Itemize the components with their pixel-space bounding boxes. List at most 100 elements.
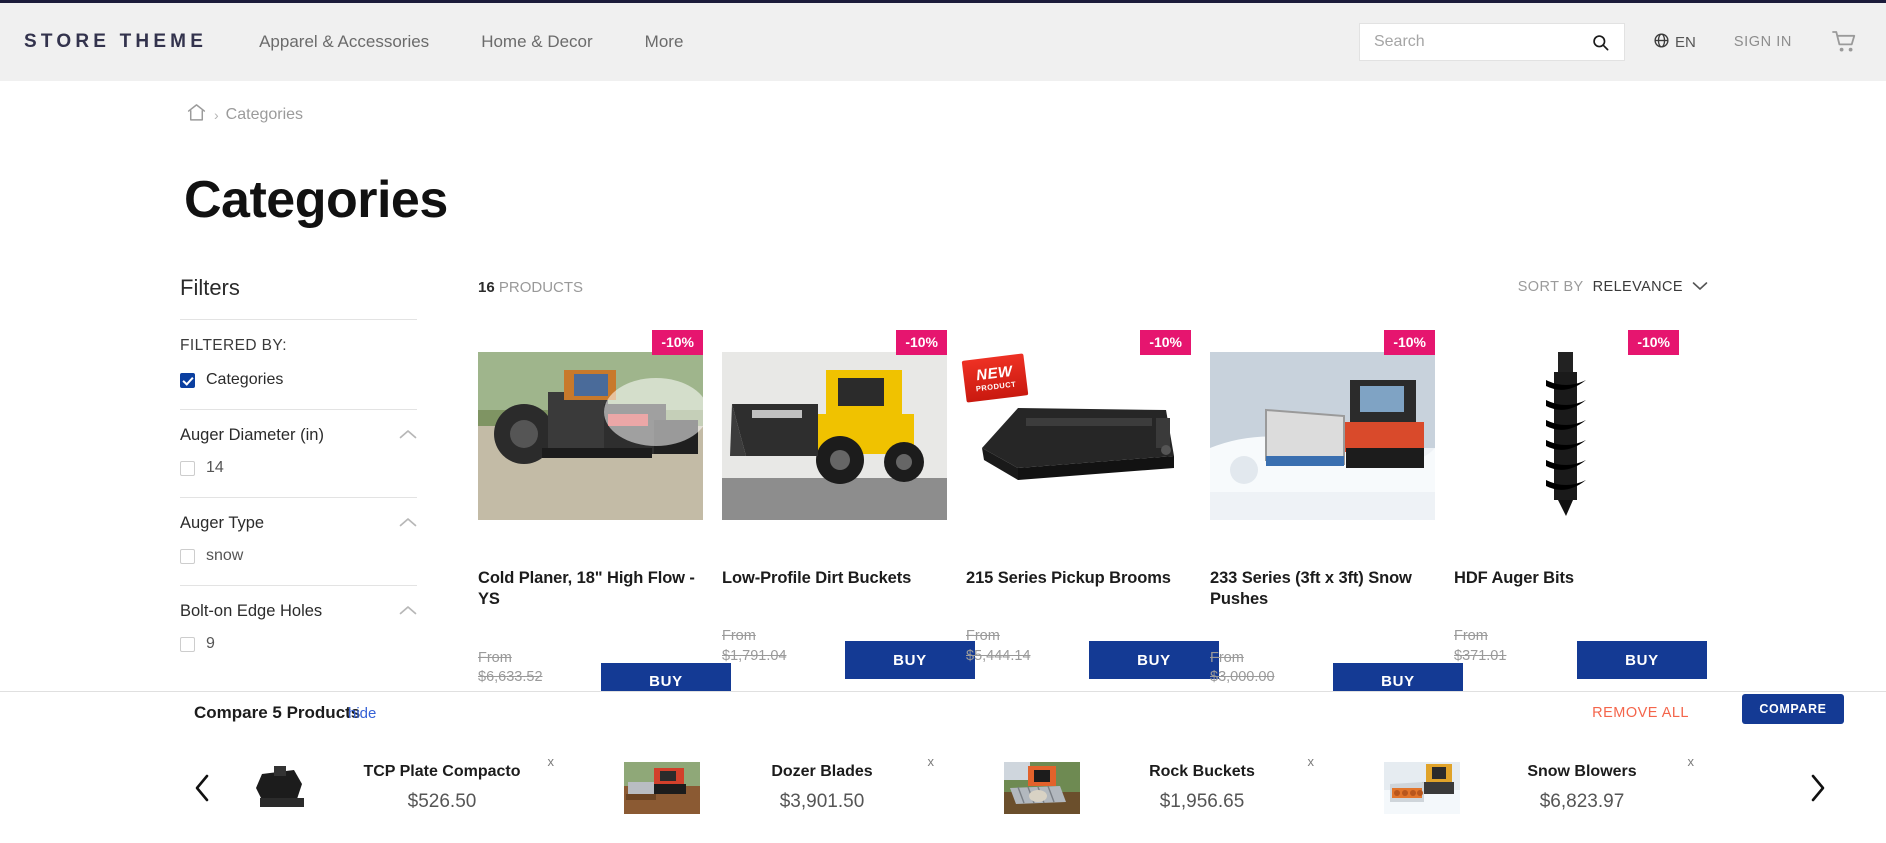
filter-group-header-auger-diameter[interactable]: Auger Diameter (in)	[180, 426, 417, 445]
compare-item-name: Snow Blowers	[1482, 763, 1682, 781]
chevron-down-icon[interactable]	[1692, 278, 1708, 296]
active-filter-label: Categories	[206, 371, 283, 389]
product-price-row: From $3,000.00 BUY	[1210, 649, 1435, 695]
compare-item-remove-icon[interactable]: x	[1308, 754, 1315, 769]
buy-button[interactable]: BUY	[845, 641, 975, 679]
search-box[interactable]	[1359, 23, 1625, 61]
language-switcher[interactable]: EN	[1653, 32, 1696, 53]
product-title[interactable]: HDF Auger Bits	[1454, 568, 1679, 589]
compare-item-image-dozer-blade[interactable]	[624, 762, 700, 814]
compare-title: Compare 5 Products	[194, 703, 360, 723]
compare-item-meta: Rock Buckets $1,956.65	[1102, 763, 1302, 813]
product-card[interactable]: -10% HDF Auger Bits From $371.01	[1454, 330, 1679, 695]
header-actions: EN SIGN IN	[1359, 3, 1886, 81]
sort-by-value: RELEVANCE	[1593, 279, 1683, 295]
compare-item-image-rock-bucket[interactable]	[1004, 762, 1080, 814]
filter-option-label: snow	[206, 547, 243, 565]
chevron-left-icon[interactable]	[178, 772, 226, 804]
discount-badge: -10%	[1140, 330, 1191, 355]
filter-group-label: Bolt-on Edge Holes	[180, 602, 322, 621]
chevron-up-icon[interactable]	[399, 515, 417, 533]
chevron-right-icon[interactable]	[1794, 772, 1842, 804]
compare-items-carousel: TCP Plate Compacto $526.50 x	[0, 738, 1886, 838]
compare-bar: Compare 5 Products hide REMOVE ALL COMPA…	[0, 691, 1886, 843]
filter-option-snow[interactable]: snow	[180, 547, 417, 565]
checkbox-auger-type-snow[interactable]	[180, 549, 195, 564]
product-image-snow-push[interactable]	[1210, 352, 1435, 520]
product-price-row: From $1,791.04 BUY	[722, 627, 947, 673]
product-card[interactable]: -10% Low-Profile Dirt Buckets From $1,79…	[722, 330, 947, 695]
chevron-up-icon[interactable]	[399, 427, 417, 445]
product-image-auger-bit[interactable]	[1454, 352, 1679, 520]
compare-item-remove-icon[interactable]: x	[1688, 754, 1695, 769]
filter-group-header-auger-type[interactable]: Auger Type	[180, 514, 417, 533]
filtered-by-block: FILTERED BY: Categories	[180, 319, 417, 409]
new-product-badge: NEW PRODUCT	[962, 353, 1029, 402]
nav-item-home-decor[interactable]: Home & Decor	[481, 32, 592, 52]
compare-item-meta: Snow Blowers $6,823.97	[1482, 763, 1682, 813]
compare-hide-link[interactable]: hide	[348, 705, 376, 722]
product-count-label: PRODUCTS	[499, 279, 583, 296]
compare-item-price: $3,901.50	[722, 791, 922, 813]
search-icon[interactable]	[1588, 29, 1614, 55]
filter-option-14[interactable]: 14	[180, 459, 417, 477]
filter-option-9[interactable]: 9	[180, 635, 417, 653]
product-title[interactable]: 215 Series Pickup Brooms	[966, 568, 1191, 589]
filtered-by-label: FILTERED BY:	[180, 337, 417, 355]
product-title[interactable]: Low-Profile Dirt Buckets	[722, 568, 947, 589]
compare-item-remove-icon[interactable]: x	[548, 754, 555, 769]
sign-in-link[interactable]: SIGN IN	[1734, 34, 1792, 50]
language-label: EN	[1675, 34, 1696, 51]
filter-group-auger-type: Auger Type snow	[180, 497, 417, 585]
product-card[interactable]: -10% 233 Series (3ft x 3ft) Snow Pushes …	[1210, 330, 1435, 695]
compare-item-price: $1,956.65	[1102, 791, 1302, 813]
compare-item: TCP Plate Compacto $526.50 x	[226, 746, 606, 830]
compare-item-meta: TCP Plate Compacto $526.50	[342, 763, 542, 813]
breadcrumb: › Categories	[186, 102, 303, 128]
buy-button[interactable]: BUY	[1577, 641, 1707, 679]
filter-group-bolt-on-edge-holes: Bolt-on Edge Holes 9	[180, 585, 417, 673]
product-card[interactable]: -10% NEW PRODUCT 215 Series Pickup Broom…	[966, 330, 1191, 695]
filter-group-auger-diameter: Auger Diameter (in) 14	[180, 409, 417, 497]
remove-all-button[interactable]: REMOVE ALL	[1592, 705, 1689, 721]
product-image-dirt-bucket[interactable]	[722, 352, 947, 520]
checkbox-bolt-on-edge-holes-9[interactable]	[180, 637, 195, 652]
product-card[interactable]: -10% Cold Planer, 18" High Flow - YS Fro…	[478, 330, 703, 695]
compare-item-price: $526.50	[342, 791, 542, 813]
product-price-row: From $5,444.14 BUY	[966, 627, 1191, 673]
product-image-cold-planer[interactable]	[478, 352, 703, 520]
breadcrumb-current: Categories	[226, 106, 303, 124]
sort-by-dropdown[interactable]: SORT BY RELEVANCE	[1518, 278, 1708, 296]
product-price-row: From $371.01 BUY	[1454, 627, 1679, 673]
main-navigation: Apparel & Accessories Home & Decor More	[259, 32, 683, 52]
home-icon[interactable]	[186, 102, 207, 128]
compare-item-image-plate-compactor[interactable]	[244, 762, 320, 814]
chevron-up-icon[interactable]	[399, 603, 417, 621]
product-title[interactable]: Cold Planer, 18" High Flow - YS	[478, 568, 703, 611]
compare-item-name: Dozer Blades	[722, 763, 922, 781]
nav-item-more[interactable]: More	[645, 32, 684, 52]
search-input[interactable]	[1360, 24, 1570, 60]
buy-button[interactable]: BUY	[1089, 641, 1219, 679]
compare-item: Rock Buckets $1,956.65 x	[986, 746, 1366, 830]
product-count-number: 16	[478, 279, 495, 296]
checkbox-auger-diameter-14[interactable]	[180, 461, 195, 476]
compare-button[interactable]: COMPARE	[1742, 694, 1844, 724]
product-grid: -10% Cold Planer, 18" High Flow - YS Fro…	[478, 330, 1878, 695]
product-title[interactable]: 233 Series (3ft x 3ft) Snow Pushes	[1210, 568, 1435, 611]
site-header: STORE THEME Apparel & Accessories Home &…	[0, 3, 1886, 81]
compare-item-image-snow-blower[interactable]	[1384, 762, 1460, 814]
checkbox-categories[interactable]	[180, 373, 195, 388]
compare-item-price: $6,823.97	[1482, 791, 1682, 813]
brand-logo[interactable]: STORE THEME	[24, 31, 207, 53]
discount-badge: -10%	[896, 330, 947, 355]
nav-item-apparel[interactable]: Apparel & Accessories	[259, 32, 429, 52]
compare-items-list: TCP Plate Compacto $526.50 x	[226, 746, 1794, 830]
cart-icon[interactable]	[1832, 30, 1858, 54]
filter-group-label: Auger Diameter (in)	[180, 426, 324, 445]
compare-item-remove-icon[interactable]: x	[928, 754, 935, 769]
active-filter-categories[interactable]: Categories	[180, 371, 417, 389]
globe-icon	[1653, 32, 1670, 53]
filter-group-header-bolt-on-edge-holes[interactable]: Bolt-on Edge Holes	[180, 602, 417, 621]
compare-item: Dozer Blades $3,901.50 x	[606, 746, 986, 830]
